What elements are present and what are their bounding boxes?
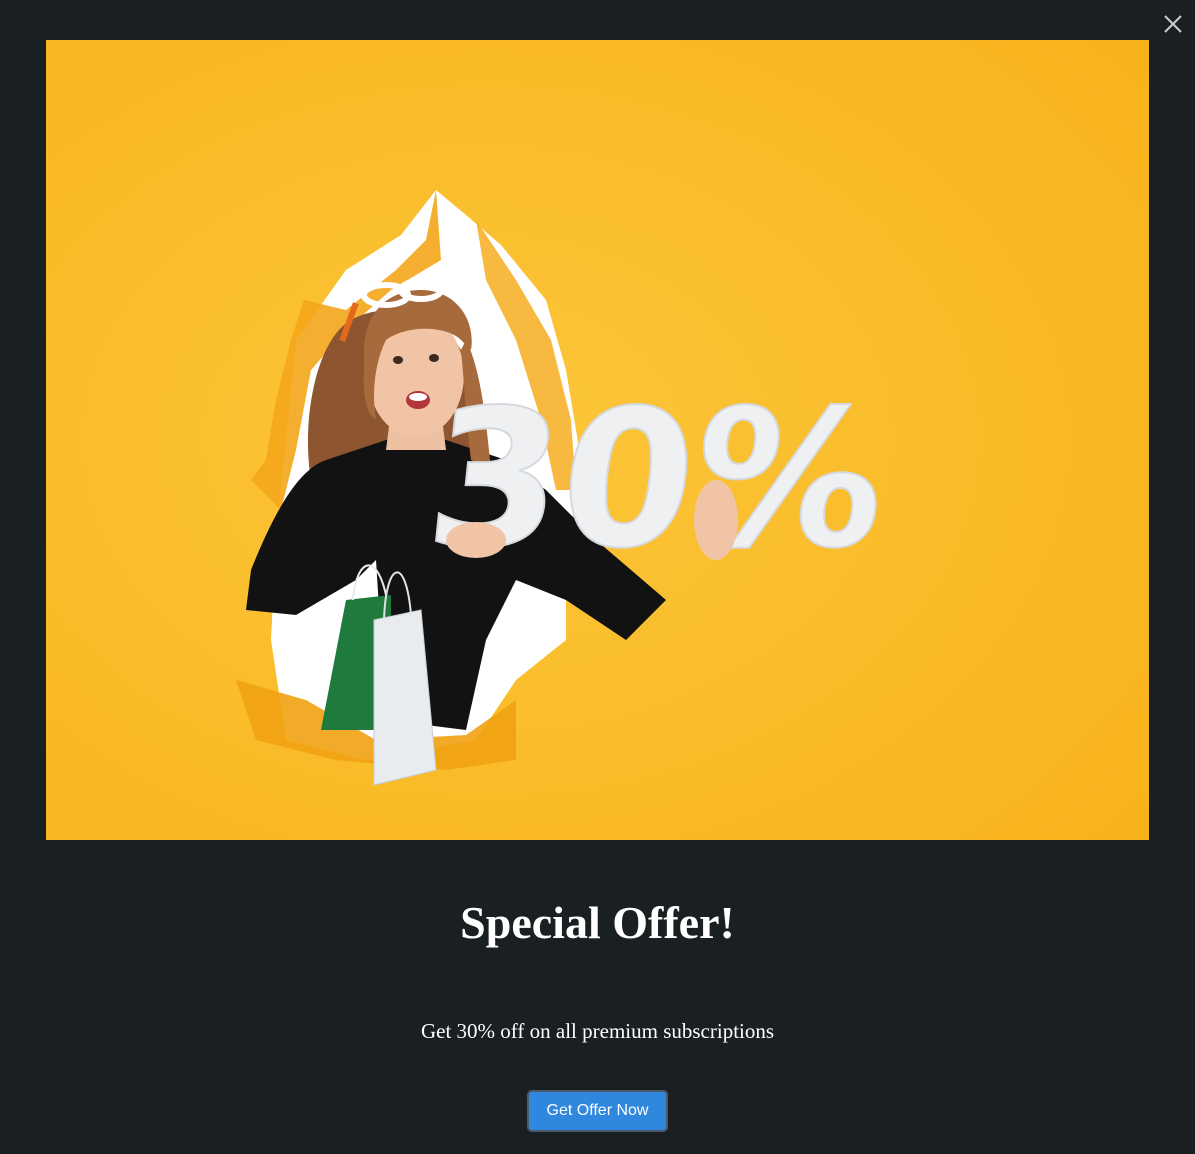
close-icon — [1164, 15, 1182, 33]
close-button[interactable] — [1161, 12, 1185, 36]
get-offer-button[interactable]: Get Offer Now — [527, 1090, 668, 1132]
promo-image: 30% — [46, 40, 1149, 840]
thirty-percent-sign: 30% — [418, 368, 896, 589]
offer-title: Special Offer! — [460, 897, 735, 948]
offer-description: Get 30% off on all premium subscriptions — [420, 1019, 775, 1043]
